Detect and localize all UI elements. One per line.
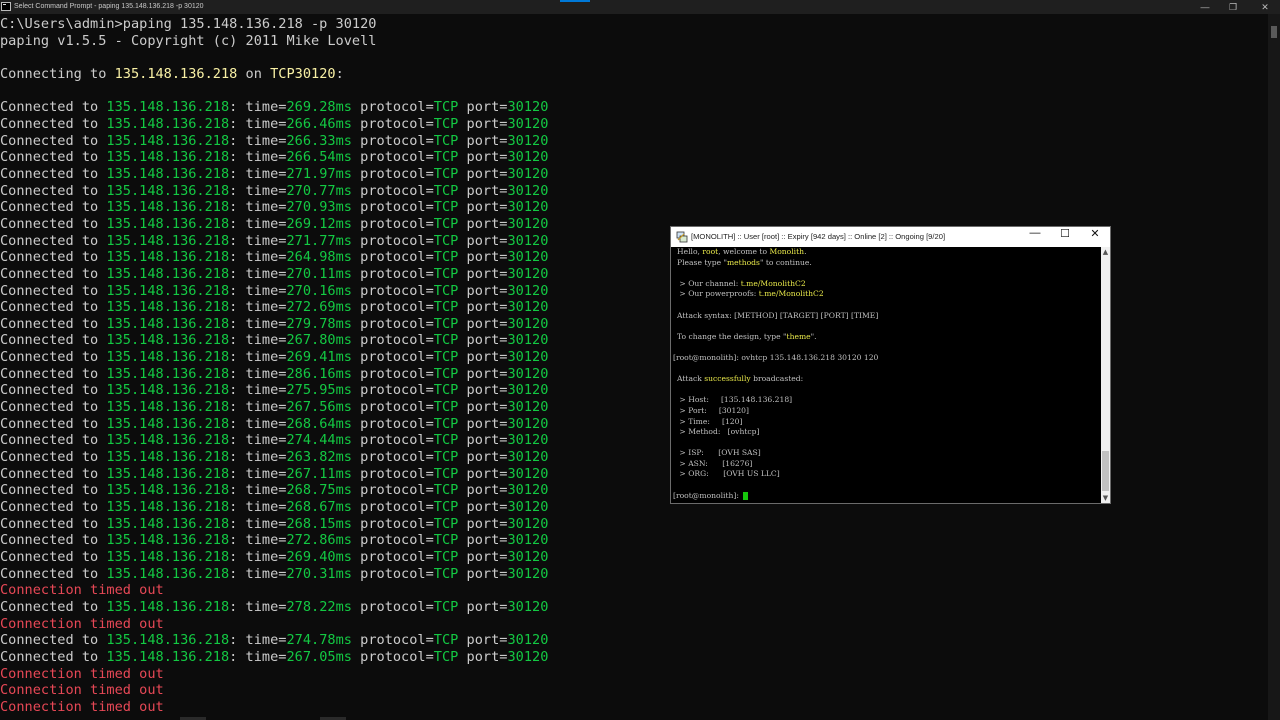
attack-syntax: Attack syntax: [METHOD] [TARGET] [PORT] … — [677, 310, 879, 320]
console-scrollbar-thumb[interactable] — [1271, 26, 1277, 38]
monolith-titlebar[interactable]: [MONOLITH] :: User [root] :: Expiry [942… — [671, 227, 1110, 247]
connecting-line: Connecting to 135.148.136.218 on TCP3012… — [0, 65, 344, 82]
timeout-line: Connection timed out — [0, 698, 164, 715]
command-line: C:\Users\admin>paping 135.148.136.218 -p… — [0, 16, 377, 32]
methods-hint: Please type "methods" to continue. — [677, 257, 812, 267]
connected-line: Connected to 135.148.136.218: time=272.8… — [0, 532, 549, 549]
monolith-window-title: [MONOLITH] :: User [root] :: Expiry [942… — [691, 232, 946, 241]
minimize-button[interactable]: — — [1190, 0, 1220, 14]
monolith-window[interactable]: [MONOLITH] :: User [root] :: Expiry [942… — [670, 226, 1111, 504]
detail-line: > Host: [135.148.136.218] — [677, 395, 793, 405]
monolith-close-button[interactable]: ✕ — [1080, 227, 1110, 247]
input-prompt-line[interactable]: [root@monolith]: — [671, 491, 1101, 502]
cmd-icon — [1, 2, 11, 11]
text-cursor — [743, 491, 749, 500]
monolith-maximize-button[interactable]: ☐ — [1050, 227, 1080, 247]
connected-line: Connected to 135.148.136.218: time=269.4… — [0, 549, 549, 565]
monolith-scrollbar[interactable]: ▲ ▼ — [1101, 247, 1110, 503]
connected-line: Connected to 135.148.136.218: time=269.2… — [0, 99, 549, 116]
detail-line: > Method: [ovhtcp] — [677, 427, 760, 437]
putty-icon — [676, 231, 688, 243]
titlebar-accent — [560, 0, 590, 2]
main-window-title: Select Command Prompt - paping 135.148.1… — [14, 3, 204, 10]
monolith-minimize-button[interactable]: — — [1020, 227, 1050, 247]
timeout-line: Connection timed out — [0, 665, 164, 682]
broadcast-line: Attack successfully broadcasted: — [677, 374, 804, 384]
theme-hint: To change the design, type "theme". — [677, 331, 817, 341]
main-titlebar: Select Command Prompt - paping 135.148.1… — [0, 0, 1280, 14]
connected-line: Connected to 135.148.136.218: time=270.7… — [0, 182, 549, 199]
command-prompt-line: [root@monolith]: ovhtcp 135.148.136.218 … — [673, 352, 879, 362]
connected-line: Connected to 135.148.136.218: time=268.1… — [0, 515, 549, 532]
monolith-scrollbar-thumb[interactable] — [1102, 451, 1109, 491]
version-line: paping v1.5.5 - Copyright (c) 2011 Mike … — [0, 32, 377, 49]
connected-line: Connected to 135.148.136.218: time=274.7… — [0, 632, 549, 649]
welcome-line: Hello, root, welcome to Monolith. — [677, 247, 807, 256]
detail-line: > Port: [30120] — [677, 405, 749, 415]
scroll-down-icon[interactable]: ▼ — [1101, 493, 1110, 503]
connected-line: Connected to 135.148.136.218: time=270.3… — [0, 565, 549, 582]
detail-line: > Time: [120] — [677, 416, 743, 426]
connected-line: Connected to 135.148.136.218: time=278.2… — [0, 598, 549, 615]
connected-line: Connected to 135.148.136.218: time=271.9… — [0, 165, 549, 182]
console-scrollbar[interactable] — [1268, 14, 1280, 720]
connected-line: Connected to 135.148.136.218: time=266.3… — [0, 132, 549, 149]
scroll-up-icon[interactable]: ▲ — [1101, 247, 1110, 257]
connected-line: Connected to 135.148.136.218: time=266.5… — [0, 149, 549, 166]
connected-line: Connected to 135.148.136.218: time=266.4… — [0, 115, 549, 132]
timeout-line: Connection timed out — [0, 615, 164, 632]
maximize-button[interactable]: ❐ — [1218, 0, 1248, 14]
timeout-line: Connection timed out — [0, 682, 164, 699]
close-button[interactable]: ✕ — [1250, 0, 1280, 14]
network-line: > ISP: [OVH SAS] — [677, 448, 761, 458]
timeout-line: Connection timed out — [0, 582, 164, 599]
monolith-terminal[interactable]: Hello, root, welcome to Monolith. Please… — [671, 247, 1101, 503]
connected-line: Connected to 135.148.136.218: time=270.9… — [0, 199, 549, 216]
network-line: > ASN: [16276] — [677, 458, 753, 468]
network-line: > ORG: [OVH US LLC] — [677, 469, 780, 479]
channel-line: > Our channel: t.me/MonolithC2 — [677, 278, 806, 288]
powerproofs-line: > Our powerproofs: t.me/MonolithC2 — [677, 289, 824, 299]
connected-line: Connected to 135.148.136.218: time=267.0… — [0, 648, 549, 665]
connecting-port: 30120 — [294, 65, 336, 82]
